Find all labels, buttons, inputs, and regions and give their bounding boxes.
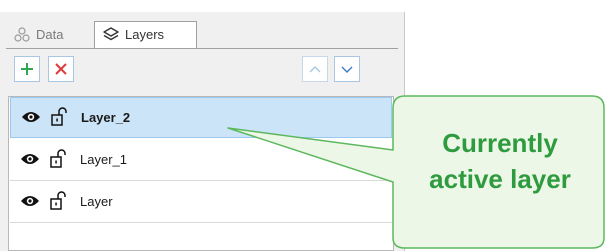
- tab-bar: Data Layers: [6, 21, 398, 49]
- x-icon: [55, 63, 67, 75]
- layer-name: Layer_1: [80, 152, 127, 167]
- layers-panel: Data Layers Layer_2 Layer_1 Layer: [0, 12, 405, 251]
- callout-line-2: active layer: [429, 164, 571, 194]
- eye-icon[interactable]: [21, 110, 41, 124]
- layers-icon: [103, 27, 119, 41]
- move-layer-down-button[interactable]: [334, 56, 360, 82]
- data-icon: [14, 26, 30, 42]
- tab-data-label: Data: [36, 26, 64, 42]
- layers-toolbar: [14, 56, 394, 84]
- callout-text: Currently active layer: [400, 125, 600, 197]
- layer-name: Layer_2: [81, 110, 131, 125]
- layer-row[interactable]: Layer_1: [10, 140, 392, 181]
- move-layer-up-button[interactable]: [302, 56, 328, 82]
- chevron-up-icon: [309, 66, 321, 73]
- plus-icon: [21, 63, 33, 75]
- unlocked-icon[interactable]: [50, 149, 66, 168]
- layers-list: Layer_2 Layer_1 Layer: [8, 96, 394, 251]
- eye-icon[interactable]: [20, 152, 40, 166]
- tab-data[interactable]: Data: [6, 22, 94, 47]
- tab-layers[interactable]: Layers: [94, 21, 197, 48]
- chevron-down-icon: [341, 66, 353, 73]
- tab-layers-label: Layers: [125, 27, 165, 42]
- unlocked-icon[interactable]: [50, 191, 66, 210]
- add-layer-button[interactable]: [14, 56, 40, 82]
- layer-row[interactable]: Layer_2: [10, 97, 392, 138]
- remove-layer-button[interactable]: [48, 56, 74, 82]
- layer-name: Layer: [80, 194, 113, 209]
- layer-row[interactable]: Layer: [10, 182, 392, 223]
- eye-icon[interactable]: [20, 194, 40, 208]
- callout-line-1: Currently: [442, 128, 558, 158]
- unlocked-icon[interactable]: [51, 107, 67, 126]
